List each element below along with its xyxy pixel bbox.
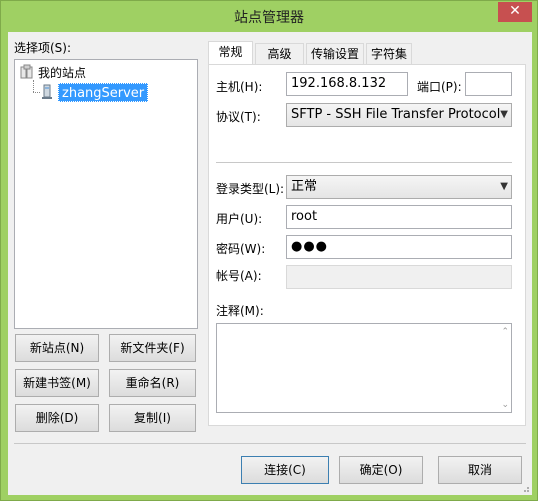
delete-button[interactable]: 删除(D) — [15, 404, 99, 432]
resize-grip-icon[interactable] — [520, 483, 530, 493]
tab-transfer-settings[interactable]: 传输设置 — [306, 43, 364, 65]
tree-connector — [33, 92, 40, 93]
host-input[interactable]: 192.168.8.132 — [286, 72, 408, 96]
tab-general[interactable]: 常规 — [208, 41, 253, 65]
select-entry-label: 选择项(S): — [14, 41, 72, 55]
chevron-down-icon: ▼ — [500, 181, 508, 192]
site-manager-window: 站点管理器 ✕ 选择项(S): 我的站点 zhangServer 新站点(N) … — [0, 0, 538, 501]
tree-item-my-sites[interactable]: 我的站点 — [20, 63, 86, 81]
scroll-down-icon[interactable]: ⌄ — [501, 400, 509, 410]
divider — [216, 162, 512, 163]
protocol-label: 协议(T): — [216, 110, 261, 124]
tree-child-label: zhangServer — [58, 82, 149, 102]
comments-textarea[interactable]: ⌃ ⌄ — [216, 323, 512, 413]
port-input[interactable] — [465, 72, 512, 96]
password-label: 密码(W): — [216, 242, 266, 256]
new-bookmark-button[interactable]: 新建书签(M) — [15, 369, 99, 397]
server-icon — [40, 84, 54, 100]
title-bar: 站点管理器 ✕ — [1, 1, 537, 31]
tree-root-label: 我的站点 — [38, 65, 87, 80]
user-label: 用户(U): — [216, 212, 263, 226]
account-label: 帐号(A): — [216, 269, 262, 283]
protocol-value: SFTP - SSH File Transfer Protocol — [291, 107, 501, 122]
window-title: 站点管理器 — [234, 10, 304, 26]
new-folder-button[interactable]: 新文件夹(F) — [109, 334, 196, 362]
rename-button[interactable]: 重命名(R) — [109, 369, 196, 397]
logon-type-value: 正常 — [291, 179, 318, 194]
tab-advanced[interactable]: 高级 — [255, 43, 304, 65]
new-site-button[interactable]: 新站点(N) — [15, 334, 99, 362]
tab-charset[interactable]: 字符集 — [366, 43, 412, 65]
scroll-up-icon[interactable]: ⌃ — [501, 327, 509, 337]
user-input[interactable]: root — [286, 205, 512, 229]
connect-button[interactable]: 连接(C) — [241, 456, 329, 484]
account-input — [286, 265, 512, 289]
logon-type-select[interactable]: 正常 ▼ — [286, 175, 512, 199]
tree-connector — [33, 80, 34, 92]
site-tree[interactable]: 我的站点 zhangServer — [14, 59, 198, 329]
protocol-select[interactable]: SFTP - SSH File Transfer Protocol ▼ — [286, 103, 512, 127]
footer-divider — [14, 443, 526, 444]
logon-type-label: 登录类型(L): — [216, 182, 285, 196]
folder-icon — [20, 64, 34, 80]
dialog-body: 选择项(S): 我的站点 zhangServer 新站点(N) 新文件夹(F) … — [8, 32, 532, 495]
host-label: 主机(H): — [216, 80, 263, 94]
chevron-down-icon: ▼ — [500, 109, 508, 120]
comments-label: 注释(M): — [216, 304, 264, 318]
ok-button[interactable]: 确定(O) — [339, 456, 423, 484]
port-label: 端口(P): — [417, 80, 462, 94]
cancel-button[interactable]: 取消 — [438, 456, 522, 484]
copy-button[interactable]: 复制(I) — [109, 404, 196, 432]
password-input[interactable]: ●●● — [286, 235, 512, 259]
tree-item-zhangserver[interactable]: zhangServer — [40, 82, 149, 102]
close-button[interactable]: ✕ — [498, 2, 532, 22]
